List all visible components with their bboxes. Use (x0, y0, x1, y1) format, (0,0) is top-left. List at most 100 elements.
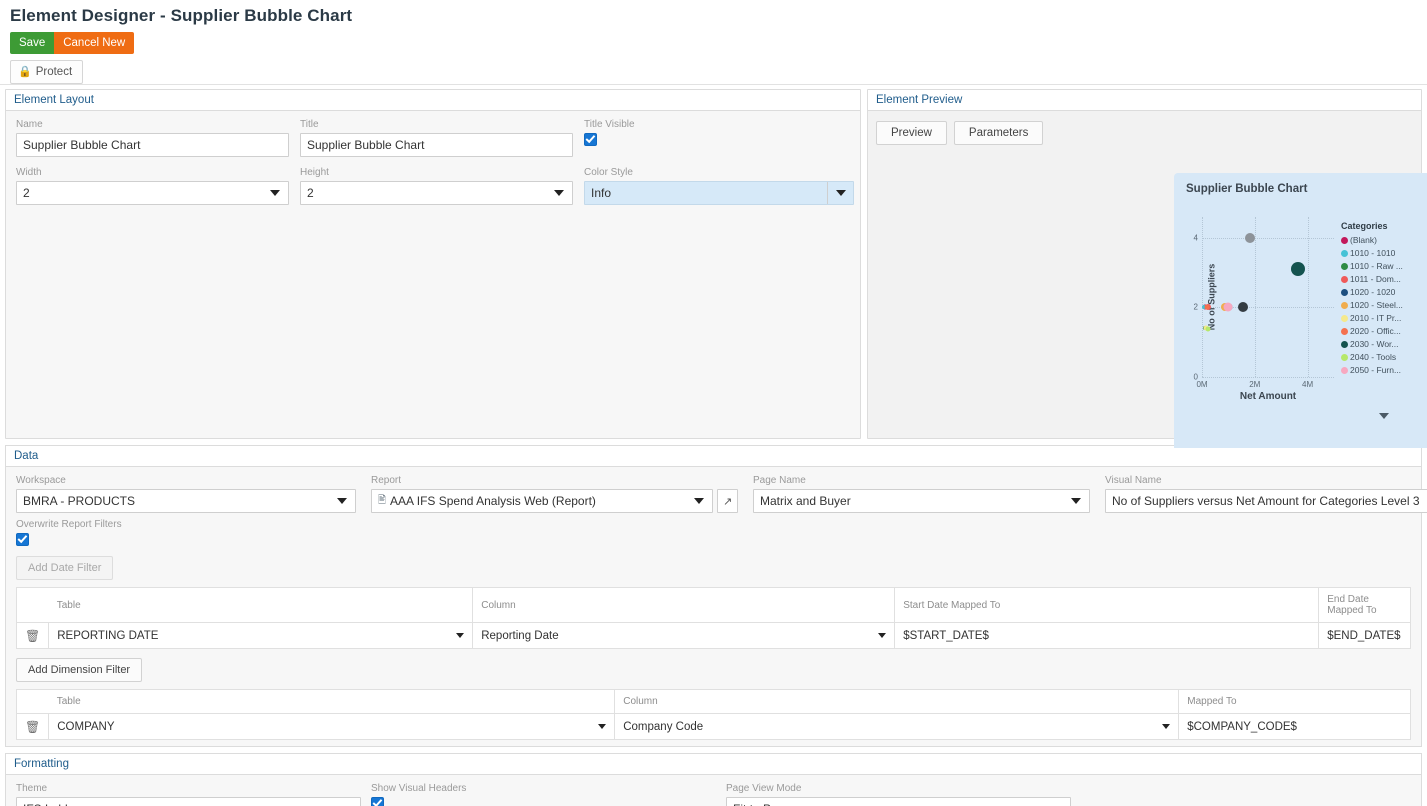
page-view-mode-value: Fit to Page (733, 802, 1044, 806)
date-filter-cell-start[interactable]: $START_DATE$ (894, 622, 1320, 649)
dimension-filter-cell-table[interactable]: COMPANY (48, 713, 616, 740)
show-visual-headers-label: Show Visual Headers (371, 783, 467, 794)
chevron-down-icon (262, 182, 288, 204)
chart-gridline-horizontal (1202, 377, 1334, 378)
name-input[interactable] (16, 133, 289, 157)
visual-name-select[interactable]: No of Suppliers versus Net Amount for Ca… (1105, 489, 1427, 513)
dimension-filter-column-value: Company Code (623, 720, 704, 733)
report-document-icon: 🖹 (378, 494, 387, 506)
secondary-action-buttons: 🔒 Protect (10, 60, 1417, 84)
chart-gridline-vertical (1202, 217, 1203, 377)
page-title: Element Designer - Supplier Bubble Chart (10, 6, 353, 25)
theme-label: Theme (16, 783, 48, 794)
element-preview-panel-title: Element Preview (868, 90, 1421, 111)
title-visible-checkbox[interactable] (584, 133, 597, 146)
open-report-button[interactable]: ↗ (717, 489, 738, 513)
chart-legend-item[interactable]: (Blank) (1341, 234, 1403, 247)
chart-legend-item-label: 1020 - Steel... (1350, 300, 1403, 310)
primary-action-buttons: Save Cancel New (10, 32, 1417, 54)
page-view-mode-select[interactable]: Fit to Page (726, 797, 1071, 806)
dimension-filter-cell-column[interactable]: Company Code (614, 713, 1180, 740)
legend-color-swatch-icon (1341, 315, 1348, 322)
add-date-filter-button[interactable]: Add Date Filter (16, 556, 114, 580)
date-filter-cell-table[interactable]: REPORTING DATE (48, 622, 474, 649)
report-select[interactable]: 🖹 AAA IFS Spend Analysis Web (Report) (371, 489, 714, 513)
width-select[interactable]: 2 (16, 181, 289, 205)
page-view-mode-group: Page View Mode Fit to Page (726, 783, 1071, 806)
protect-button[interactable]: 🔒 Protect (10, 60, 84, 84)
chart-y-tick-label: 2 (1193, 302, 1198, 312)
chart-x-axis-label: Net Amount (1239, 391, 1297, 402)
page-name-select[interactable]: Matrix and Buyer (753, 489, 1090, 513)
chart-legend-item[interactable]: 1011 - Dom... (1341, 273, 1403, 286)
date-filter-header-start: Start Date Mapped To (894, 587, 1320, 623)
color-style-field-group: Color Style Info (584, 167, 854, 205)
protect-button-label: Protect (35, 66, 73, 78)
formatting-fields: Theme IFS Lobby Show Visual Headers Page… (16, 783, 1411, 806)
dimension-filter-cell-mapped[interactable]: $COMPANY_CODE$ (1178, 713, 1411, 740)
chart-legend-item-label: 1010 - 1010 (1350, 248, 1396, 258)
table-row: 🗑 COMPANY Company Code $COMPANY_CODE$ (15, 713, 1411, 740)
chart-bubble[interactable] (1245, 232, 1256, 243)
title-visible-group: Title Visible (584, 119, 854, 157)
legend-color-swatch-icon (1341, 354, 1348, 361)
chart-legend-item[interactable]: 2040 - Tools (1341, 351, 1403, 364)
chart-bubble[interactable] (1223, 302, 1233, 312)
chart-gridline-vertical (1254, 217, 1256, 377)
delete-date-filter-button[interactable]: 🗑 (15, 622, 50, 649)
cancel-new-button[interactable]: Cancel New (54, 32, 135, 54)
preview-toolbar: Preview Parameters (876, 117, 1413, 145)
chart-legend-item[interactable]: 2020 - Offic... (1341, 325, 1403, 338)
chart-plot-area: No of Suppliers Net Amount 0M 2M 4M 0 2 4 (1194, 217, 1334, 402)
chart-bubble[interactable] (1205, 326, 1211, 332)
width-label: Width (16, 167, 42, 178)
delete-dimension-filter-button[interactable]: 🗑 (15, 713, 50, 740)
height-field-group: Height 2 (300, 167, 573, 205)
element-preview-body: Preview Parameters Supplier Bubble Chart… (868, 111, 1427, 459)
date-filter-cell-end[interactable]: $END_DATE$ (1318, 622, 1411, 649)
theme-select[interactable]: IFS Lobby (16, 797, 361, 806)
chart-gridline-horizontal (1202, 237, 1334, 239)
show-visual-headers-checkbox[interactable] (371, 797, 384, 806)
color-style-select[interactable]: Info (584, 181, 854, 205)
chart-bubble[interactable] (1238, 302, 1249, 313)
height-value: 2 (307, 186, 314, 200)
chart-legend-item[interactable]: 1010 - Raw ... (1341, 260, 1403, 273)
chart-legend-item-label: 1020 - 1020 (1350, 287, 1396, 297)
trash-icon: 🗑 (25, 628, 41, 643)
overwrite-report-filters-checkbox[interactable] (16, 533, 29, 546)
date-filter-cell-column[interactable]: Reporting Date (472, 622, 896, 649)
legend-color-swatch-icon (1341, 276, 1348, 283)
top-panels: Element Layout Name Title Title Visible … (0, 85, 1427, 448)
chart-more-chevron-down-icon[interactable] (1379, 413, 1389, 419)
legend-color-swatch-icon (1341, 250, 1348, 257)
lock-icon: 🔒 (18, 66, 32, 78)
chart-inner: No of Suppliers Net Amount 0M 2M 4M 0 2 4 Cat… (1174, 195, 1427, 435)
chart-legend-item[interactable]: 1020 - Steel... (1341, 299, 1403, 312)
chart-legend-item[interactable]: 2030 - Wor... (1341, 338, 1403, 351)
dimension-filter-table-value: COMPANY (57, 720, 115, 733)
save-button[interactable]: Save (10, 32, 55, 54)
height-select[interactable]: 2 (300, 181, 573, 205)
page-view-mode-label: Page View Mode (726, 783, 802, 794)
overwrite-report-filters-label: Overwrite Report Filters (16, 519, 122, 530)
preview-button[interactable]: Preview (876, 121, 947, 145)
chart-legend-item[interactable]: 1010 - 1010 (1341, 247, 1403, 260)
title-input[interactable] (300, 133, 573, 157)
formatting-section-title: Formatting (6, 754, 1421, 775)
legend-color-swatch-icon (1341, 263, 1348, 270)
workspace-value: BMRA - PRODUCTS (23, 494, 136, 508)
bubble-chart-card: Supplier Bubble Chart No of Suppliers Ne… (1174, 173, 1427, 448)
dimension-filter-header-table: Table (48, 689, 616, 714)
add-dimension-filter-button[interactable]: Add Dimension Filter (16, 658, 143, 682)
chart-legend-item[interactable]: 1020 - 1020 (1341, 286, 1403, 299)
chart-legend-item-label: 2050 - Furn... (1350, 365, 1402, 375)
parameters-button[interactable]: Parameters (953, 121, 1044, 145)
workspace-select[interactable]: BMRA - PRODUCTS (16, 489, 356, 513)
chevron-down-icon (878, 633, 887, 638)
chart-legend-item[interactable]: 2010 - IT Pr... (1341, 312, 1403, 325)
chart-bubble[interactable] (1204, 304, 1210, 310)
chart-bubble[interactable] (1291, 262, 1306, 277)
chart-legend-item[interactable]: 2050 - Furn... (1341, 364, 1403, 377)
chevron-down-icon (1044, 798, 1070, 806)
